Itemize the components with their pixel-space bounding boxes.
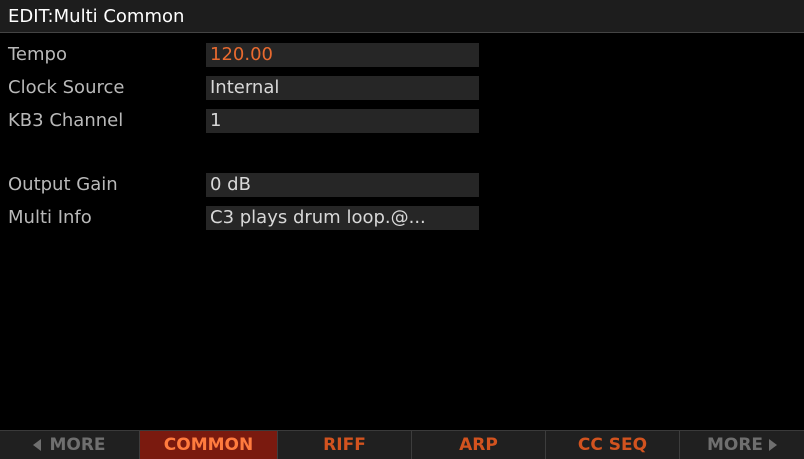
param-row-output-gain[interactable]: Output Gain 0 dB [0,172,804,198]
cc-seq-label: CC SEQ [577,435,648,455]
arrow-right-icon [769,439,778,451]
param-label-tempo: Tempo [8,44,67,65]
common-button[interactable]: COMMON [140,431,278,459]
title-bar: EDIT:Multi Common [0,0,804,33]
param-row-tempo[interactable]: Tempo 120.00 [0,42,804,68]
param-value-output-gain[interactable]: 0 dB [206,173,479,197]
riff-label: RIFF [323,435,366,455]
arp-button[interactable]: ARP [412,431,546,459]
param-value-multi-info[interactable]: C3 plays drum loop.@... [206,206,479,230]
param-row-clock-source[interactable]: Clock Source Internal [0,75,804,101]
arrow-left-icon [33,439,42,451]
param-label-clock-source: Clock Source [8,77,125,98]
param-value-kb3-channel[interactable]: 1 [206,109,479,133]
param-row-multi-info[interactable]: Multi Info C3 plays drum loop.@... [0,205,804,231]
more-left-button[interactable]: MORE [0,431,140,459]
arp-label: ARP [459,435,498,455]
param-label-kb3-channel: KB3 Channel [8,110,124,131]
param-label-multi-info: Multi Info [8,207,92,228]
more-right-button[interactable]: MORE [680,431,804,459]
param-row-kb3-channel[interactable]: KB3 Channel 1 [0,108,804,134]
page-title: EDIT:Multi Common [8,6,185,27]
soft-button-bar: MORE COMMON RIFF ARP CC SEQ MORE [0,430,804,459]
riff-button[interactable]: RIFF [278,431,412,459]
cc-seq-button[interactable]: CC SEQ [546,431,680,459]
more-right-label: MORE [706,435,764,455]
param-label-output-gain: Output Gain [8,174,118,195]
param-value-tempo[interactable]: 120.00 [206,43,479,67]
common-label: COMMON [163,435,254,455]
more-left-label: MORE [49,435,106,455]
param-value-clock-source[interactable]: Internal [206,76,479,100]
